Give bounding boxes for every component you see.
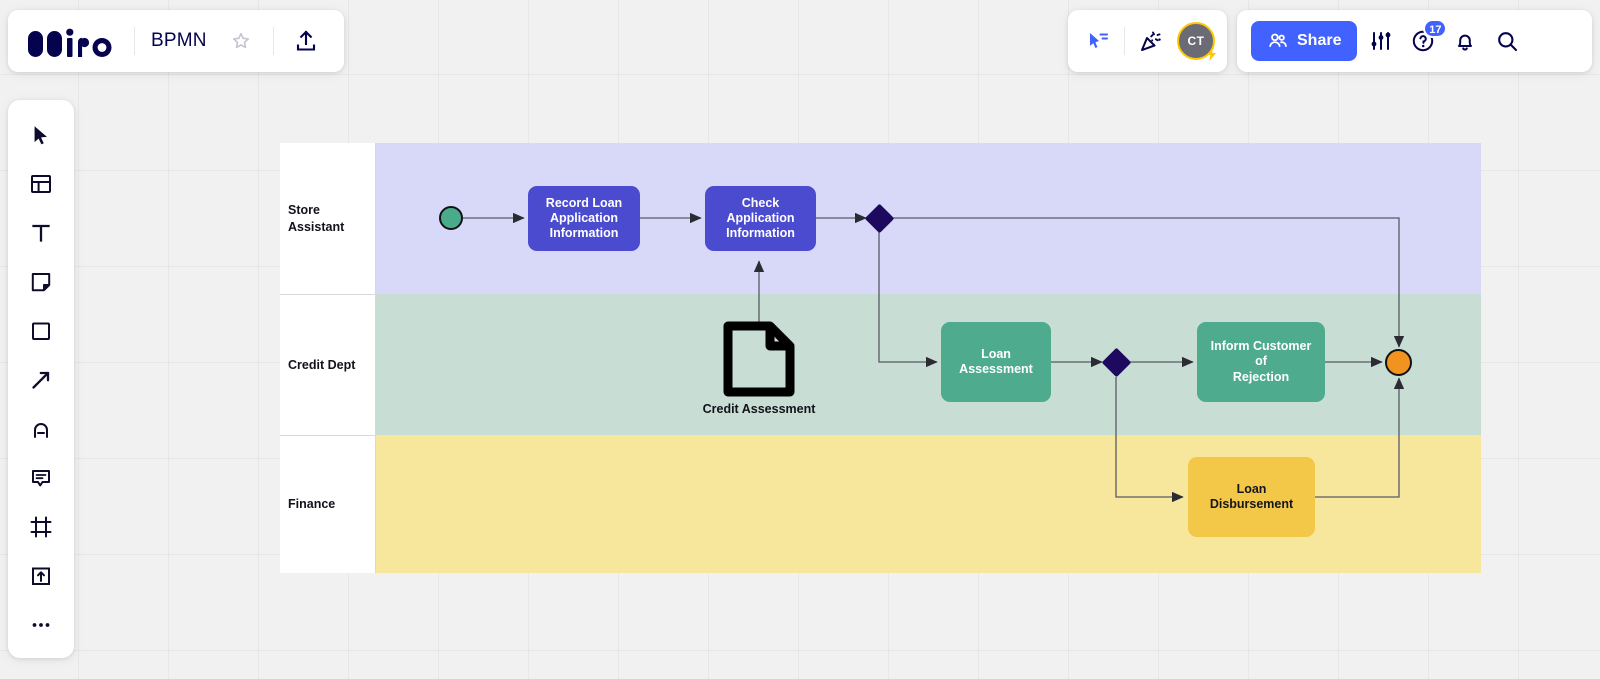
cursor-arrow-icon (34, 126, 47, 145)
presentation-cursor-icon (1090, 33, 1108, 48)
help-button[interactable]: 17 (1405, 19, 1448, 59)
favorite-star-button[interactable] (223, 23, 259, 59)
bpmn-data-object-credit-assessment[interactable] (722, 320, 796, 398)
comment-bubble-icon (32, 470, 50, 487)
miro-logo[interactable] (28, 24, 120, 58)
frame-icon (30, 516, 52, 538)
upload-tool[interactable] (18, 555, 64, 597)
swimlane-label-finance: Finance (288, 497, 336, 512)
swimlane-header-credit-dept[interactable]: Credit Dept (280, 294, 376, 435)
templates-tool[interactable] (18, 163, 64, 205)
user-avatar-wrapper[interactable]: CT (1177, 22, 1216, 61)
text-tool[interactable] (18, 212, 64, 254)
swimlane-header-finance[interactable]: Finance (280, 435, 376, 573)
header-divider-1 (134, 27, 135, 55)
board-header-left: BPMN (8, 10, 344, 72)
task-label-line-1: Record Loan (545, 195, 623, 210)
miro-board-app: Store Assistant Credit Dept Finance Reco… (0, 0, 1600, 679)
search-button[interactable] (1489, 23, 1525, 59)
people-icon (1269, 33, 1287, 47)
task-label-line-2: Rejection (1232, 369, 1290, 384)
bpmn-task-loan-assessment[interactable]: Loan Assessment (941, 322, 1051, 402)
presentation-mode-button[interactable] (1080, 23, 1116, 59)
sticky-note-icon (31, 273, 51, 292)
creation-toolbar (8, 100, 74, 658)
bpmn-data-object-label-credit-assessment: Credit Assessment (702, 402, 816, 416)
miro-wordmark-icon (28, 28, 112, 57)
swimlane-label-store-assistant: Store Assistant (288, 202, 345, 234)
more-tools[interactable] (18, 604, 64, 646)
header-divider-3 (1124, 27, 1125, 55)
sliders-icon (1372, 32, 1391, 50)
sticky-note-tool[interactable] (18, 261, 64, 303)
lightning-bolt-icon (1207, 47, 1216, 61)
bell-icon (1458, 34, 1473, 51)
task-label-line-2: Information (726, 226, 795, 241)
upload-box-icon (32, 567, 50, 585)
task-label-line-2: Disbursement (1209, 497, 1294, 511)
pen-tool[interactable] (18, 408, 64, 450)
arrow-diagonal-icon (32, 371, 50, 389)
avatar-upgrade-badge (1203, 46, 1219, 62)
board-header-middle: CT (1068, 10, 1227, 72)
select-tool[interactable] (18, 114, 64, 156)
upload-icon (296, 30, 315, 51)
bpmn-task-check-application-information[interactable]: Check Application Information (705, 186, 816, 251)
document-icon (723, 321, 795, 397)
task-label-line-1: Loan (1236, 481, 1267, 496)
board-settings-button[interactable] (1363, 23, 1399, 59)
board-header-right: Share 17 (1237, 10, 1592, 72)
celebration-button[interactable] (1133, 23, 1169, 59)
bpmn-task-loan-disbursement[interactable]: Loan Disbursement (1188, 457, 1315, 537)
swimlane-header-store-assistant[interactable]: Store Assistant (280, 143, 376, 294)
swimlane-body-finance[interactable] (376, 435, 1481, 573)
share-button-label: Share (1297, 32, 1342, 49)
task-label-line-2: Application (549, 210, 619, 225)
star-icon (232, 32, 249, 49)
ellipsis-icon (32, 623, 50, 627)
bpmn-start-event[interactable] (439, 206, 463, 230)
upload-button[interactable] (288, 23, 324, 59)
bpmn-end-event[interactable] (1385, 349, 1412, 376)
bpmn-task-record-loan-application-information[interactable]: Record Loan Application Information (528, 186, 640, 251)
notifications-button[interactable] (1447, 23, 1483, 59)
text-t-icon (32, 224, 50, 242)
share-button[interactable]: Share (1251, 21, 1358, 61)
board-title[interactable]: BPMN (149, 30, 209, 52)
pen-draw-icon (34, 423, 48, 438)
swimlane-label-credit-dept: Credit Dept (288, 357, 356, 372)
connector-tool[interactable] (18, 359, 64, 401)
task-label-line-3: Information (549, 226, 619, 241)
task-label-line-1: Loan Assessment (959, 346, 1033, 376)
templates-icon (31, 175, 51, 193)
shapes-tool[interactable] (18, 310, 64, 352)
task-label-line-1: Check Application (726, 195, 795, 225)
header-divider-2 (272, 27, 274, 55)
search-icon (1498, 32, 1518, 52)
help-notification-badge: 17 (1423, 19, 1448, 38)
party-popper-icon (1141, 31, 1161, 51)
task-label-line-1: Inform Customer of (1210, 339, 1312, 369)
square-shape-icon (32, 322, 50, 340)
frame-tool[interactable] (18, 506, 64, 548)
bpmn-task-inform-customer-of-rejection[interactable]: Inform Customer of Rejection (1197, 322, 1325, 402)
comment-tool[interactable] (18, 457, 64, 499)
